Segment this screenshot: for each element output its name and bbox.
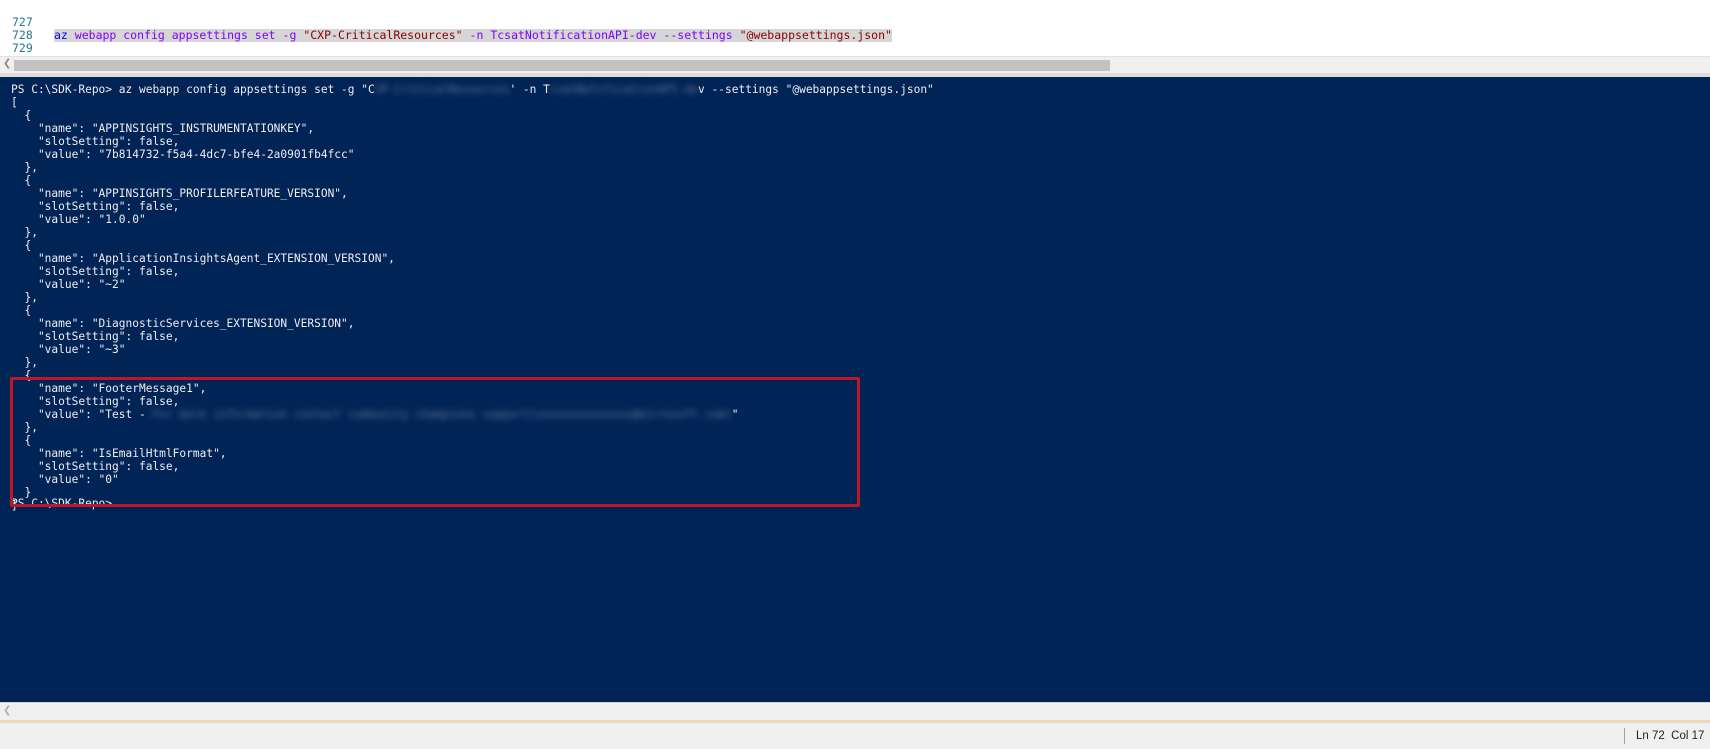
output-text: "value": "~2" (11, 278, 126, 291)
output-text: "value": "~3" (11, 343, 126, 356)
editor-line-729[interactable]: 729 (0, 29, 1710, 55)
console-output-line: "value": "7b814732-f5a4-4dc7-bfe4-2a0901… (11, 148, 355, 161)
output-text: "name": "DiagnosticServices_EXTENSION_VE… (11, 317, 355, 330)
scroll-left-icon[interactable]: ❮ (3, 58, 11, 69)
redacted-resource-group: XP-CriticalResources (374, 83, 510, 96)
console-output-line: "slotSetting": false, (11, 200, 179, 213)
status-separator (1624, 728, 1625, 744)
editor-line-730[interactable]: 730 (0, 42, 1710, 57)
output-text: }, (11, 291, 38, 304)
console-output-line: "name": "ApplicationInsightsAgent_EXTENS… (11, 252, 395, 265)
editor-line-727[interactable]: 727 az webapp config appsettings set -g … (0, 3, 1710, 42)
output-text: "value": "7b814732-f5a4-4dc7-bfe4-2a0901… (11, 148, 355, 161)
console-pane[interactable]: PS C:\SDK-Repo> az webapp config appsett… (0, 77, 1710, 702)
output-text: "slotSetting": false, (11, 330, 180, 343)
cursor-position: Ln 72 Col 17 (1636, 730, 1705, 742)
output-text: }, (11, 161, 38, 174)
output-text: }, (11, 356, 38, 369)
console-output-line: "name": "APPINSIGHTS_PROFILERFEATURE_VER… (11, 187, 348, 200)
scrollbar-thumb[interactable] (14, 60, 1110, 71)
editor-line-728[interactable]: 728 (0, 16, 1710, 42)
output-text: "name": "APPINSIGHTS_PROFILERFEATURE_VER… (11, 187, 348, 200)
output-text: { (11, 239, 32, 252)
console-output-line: "name": "APPINSIGHTS_INSTRUMENTATIONKEY"… (11, 122, 314, 135)
output-text: "slotSetting": false, (11, 265, 180, 278)
script-editor[interactable]: 727 az webapp config appsettings set -g … (0, 0, 1710, 56)
output-text: { (11, 304, 32, 317)
scroll-left-icon[interactable]: ❮ (3, 705, 11, 716)
output-text: "value": "1.0.0" (11, 213, 146, 226)
redacted-app-name: csatNotificationAPI-de (549, 83, 699, 96)
editor-horizontal-scrollbar[interactable]: ❮ (0, 56, 1710, 74)
output-text: "name": "APPINSIGHTS_INSTRUMENTATIONKEY"… (11, 122, 315, 135)
highlight-annotation-box (10, 377, 860, 507)
output-text: { (11, 174, 32, 187)
console-output-line: }, (11, 226, 38, 239)
console-output-line: { (11, 304, 31, 317)
console-output-line: { (11, 109, 31, 122)
console-output-line: "name": "DiagnosticServices_EXTENSION_VE… (11, 317, 355, 330)
console-command-line: PS C:\SDK-Repo> az webapp config appsett… (11, 83, 934, 96)
console-output-line: "value": "~3" (11, 343, 126, 356)
console-output-line: }, (11, 291, 38, 304)
console-horizontal-scrollbar[interactable]: ❮ (0, 702, 1710, 721)
output-text: "slotSetting": false, (11, 200, 180, 213)
console-output-line: }, (11, 356, 38, 369)
command-prefix: PS C:\SDK-Repo> az webapp config appsett… (11, 83, 375, 96)
status-bar: Ln 72 Col 17 (0, 722, 1710, 749)
output-text: }, (11, 226, 38, 239)
output-text: "name": "ApplicationInsightsAgent_EXTENS… (11, 252, 395, 265)
console-output-line: [ (11, 96, 18, 109)
console-output-line: { (11, 174, 31, 187)
command-suffix: v --settings "@webappsettings.json" (698, 83, 934, 96)
console-output-line: "slotSetting": false, (11, 265, 179, 278)
console-output-line: { (11, 239, 31, 252)
output-text: "slotSetting": false, (11, 135, 180, 148)
console-output-line: }, (11, 161, 38, 174)
console-output-line: "value": "~2" (11, 278, 126, 291)
console-output-line: "slotSetting": false, (11, 135, 179, 148)
output-text: [ (11, 96, 18, 109)
command-mid: ' -n T (509, 83, 550, 96)
output-text: { (11, 109, 32, 122)
console-output-line: "value": "1.0.0" (11, 213, 146, 226)
console-output-line: "slotSetting": false, (11, 330, 179, 343)
